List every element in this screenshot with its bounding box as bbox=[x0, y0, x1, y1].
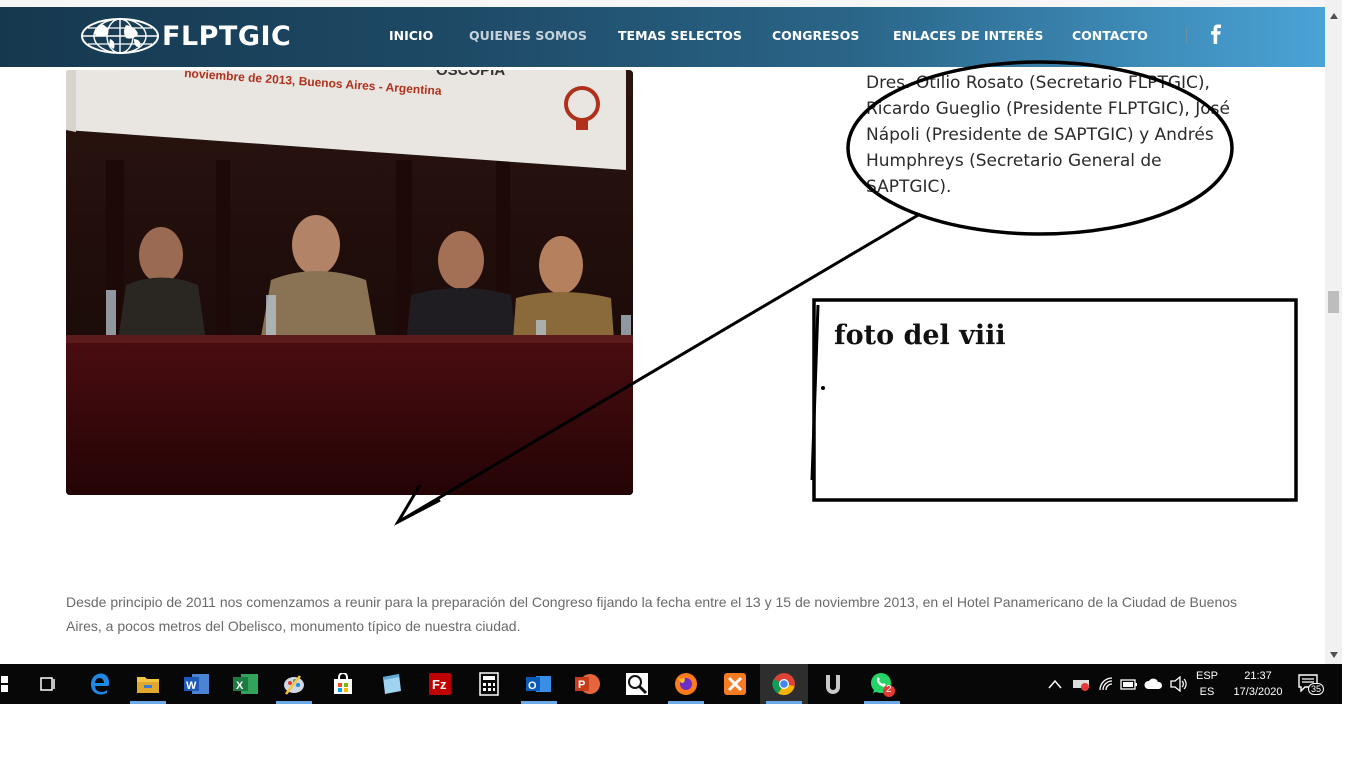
taskbar-notepad[interactable] bbox=[367, 664, 415, 704]
calculator-icon bbox=[479, 672, 499, 696]
taskbar-xampp[interactable] bbox=[711, 664, 759, 704]
word-icon: W bbox=[184, 674, 209, 694]
windows-logo-icon bbox=[1, 676, 8, 692]
folder-icon bbox=[137, 677, 159, 693]
wifi-icon[interactable] bbox=[1098, 676, 1114, 692]
language-indicator[interactable]: ESP ES bbox=[1193, 668, 1221, 700]
running-indicator bbox=[130, 701, 166, 704]
excel-icon: X bbox=[233, 674, 258, 694]
taskbar-firefox[interactable] bbox=[662, 664, 710, 704]
windows-taskbar: W X Fz O P 2 ESP ES 21:37 17/3/2020 35 bbox=[0, 664, 1342, 704]
chrome-icon bbox=[772, 673, 795, 696]
running-indicator bbox=[521, 701, 557, 704]
tray-app-icon[interactable] bbox=[1072, 676, 1090, 692]
scroll-down-arrow-icon[interactable] bbox=[1325, 648, 1342, 662]
clock-time: 21:37 bbox=[1244, 670, 1272, 682]
site-header: FLPTGIC INICIO QUIENES SOMOS TEMAS SELEC… bbox=[0, 0, 1325, 67]
nav-contacto[interactable]: CONTACTO bbox=[1072, 28, 1148, 43]
taskbar-store[interactable] bbox=[319, 664, 367, 704]
svg-text:W: W bbox=[186, 680, 197, 692]
system-tray bbox=[1048, 664, 1188, 704]
taskbar-app-u[interactable] bbox=[809, 664, 857, 704]
logo-text: FLPTGIC bbox=[162, 20, 292, 52]
language-bottom: ES bbox=[1199, 686, 1215, 698]
taskbar-file-explorer[interactable] bbox=[124, 664, 172, 704]
site-logo[interactable]: FLPTGIC bbox=[80, 17, 291, 55]
taskbar-outlook[interactable]: O bbox=[515, 664, 563, 704]
task-view-icon bbox=[40, 677, 55, 691]
notification-center[interactable]: 35 bbox=[1298, 674, 1325, 696]
running-indicator bbox=[766, 701, 802, 704]
filezilla-icon: Fz bbox=[429, 673, 451, 695]
language-top: ESP bbox=[1195, 670, 1218, 682]
globe-logo-icon bbox=[81, 18, 159, 54]
outlook-icon: O bbox=[526, 676, 551, 692]
task-view-button[interactable] bbox=[24, 664, 72, 704]
body-paragraph: Desde principio de 2011 nos comenzamos a… bbox=[66, 594, 1238, 634]
banner-line-2: OSCOPIA bbox=[436, 70, 505, 79]
facebook-icon[interactable] bbox=[1209, 24, 1223, 44]
panel-photo-image: noviembre de 2013, Buenos Aires - Argent… bbox=[66, 70, 633, 495]
congress-photo: noviembre de 2013, Buenos Aires - Argent… bbox=[66, 70, 633, 495]
clock[interactable]: 21:37 17/3/2020 bbox=[1226, 668, 1290, 700]
taskbar-whatsapp[interactable]: 2 bbox=[858, 664, 906, 704]
annotation-box-stroke bbox=[810, 304, 820, 481]
store-icon bbox=[334, 673, 352, 694]
running-indicator bbox=[668, 701, 704, 704]
paint-icon bbox=[284, 675, 304, 695]
nav-temas-selectos[interactable]: TEMAS SELECTOS bbox=[618, 28, 742, 43]
nav-quienes-somos[interactable]: QUIENES SOMOS bbox=[469, 28, 587, 43]
svg-text:X: X bbox=[236, 680, 244, 692]
vertical-scrollbar[interactable] bbox=[1325, 0, 1342, 664]
svg-text:P: P bbox=[578, 679, 585, 691]
photo-caption: Dres. Otilio Rosato (Secretario FLPTGIC)… bbox=[866, 73, 1230, 197]
whatsapp-badge: 2 bbox=[886, 684, 892, 695]
battery-icon[interactable] bbox=[1120, 677, 1138, 691]
browser-edge bbox=[0, 0, 1325, 7]
svg-text:O: O bbox=[528, 680, 537, 692]
taskbar-search-app[interactable] bbox=[613, 664, 661, 704]
scroll-up-arrow-icon[interactable] bbox=[1325, 9, 1342, 23]
nav-congresos[interactable]: CONGRESOS bbox=[772, 28, 859, 43]
nav-divider bbox=[1186, 27, 1187, 43]
taskbar-filezilla[interactable]: Fz bbox=[416, 664, 464, 704]
annotation-dot bbox=[821, 386, 825, 390]
powerpoint-icon: P bbox=[575, 674, 600, 694]
svg-text:Fz: Fz bbox=[432, 677, 447, 692]
taskbar-edge[interactable] bbox=[75, 664, 123, 704]
notification-count: 35 bbox=[1308, 683, 1325, 695]
taskbar-chrome[interactable] bbox=[760, 664, 808, 704]
annotation-note: foto del viii bbox=[834, 320, 1006, 351]
firefox-icon bbox=[675, 673, 697, 695]
scroll-thumb[interactable] bbox=[1328, 291, 1339, 313]
u-app-icon bbox=[826, 675, 840, 694]
clock-date: 17/3/2020 bbox=[1233, 686, 1283, 698]
start-button[interactable] bbox=[0, 664, 20, 704]
chevron-up-icon[interactable] bbox=[1048, 679, 1062, 689]
nav-enlaces-de-interes[interactable]: ENLACES DE INTERÉS bbox=[893, 28, 1043, 43]
notepad-icon bbox=[383, 674, 401, 694]
screen-edge bbox=[1342, 0, 1366, 704]
screen: FLPTGIC INICIO QUIENES SOMOS TEMAS SELEC… bbox=[0, 0, 1366, 768]
taskbar-excel[interactable]: X bbox=[222, 664, 270, 704]
edge-icon bbox=[91, 673, 109, 695]
onedrive-icon[interactable] bbox=[1144, 677, 1164, 691]
nav-inicio[interactable]: INICIO bbox=[389, 28, 433, 43]
taskbar-calculator[interactable] bbox=[465, 664, 513, 704]
xampp-icon bbox=[724, 673, 746, 695]
taskbar-powerpoint[interactable]: P bbox=[564, 664, 612, 704]
taskbar-paint[interactable] bbox=[270, 664, 318, 704]
running-indicator bbox=[864, 701, 900, 704]
magnifier-icon bbox=[626, 673, 648, 695]
running-indicator bbox=[276, 701, 312, 704]
taskbar-word[interactable]: W bbox=[173, 664, 221, 704]
volume-icon[interactable] bbox=[1170, 676, 1188, 692]
